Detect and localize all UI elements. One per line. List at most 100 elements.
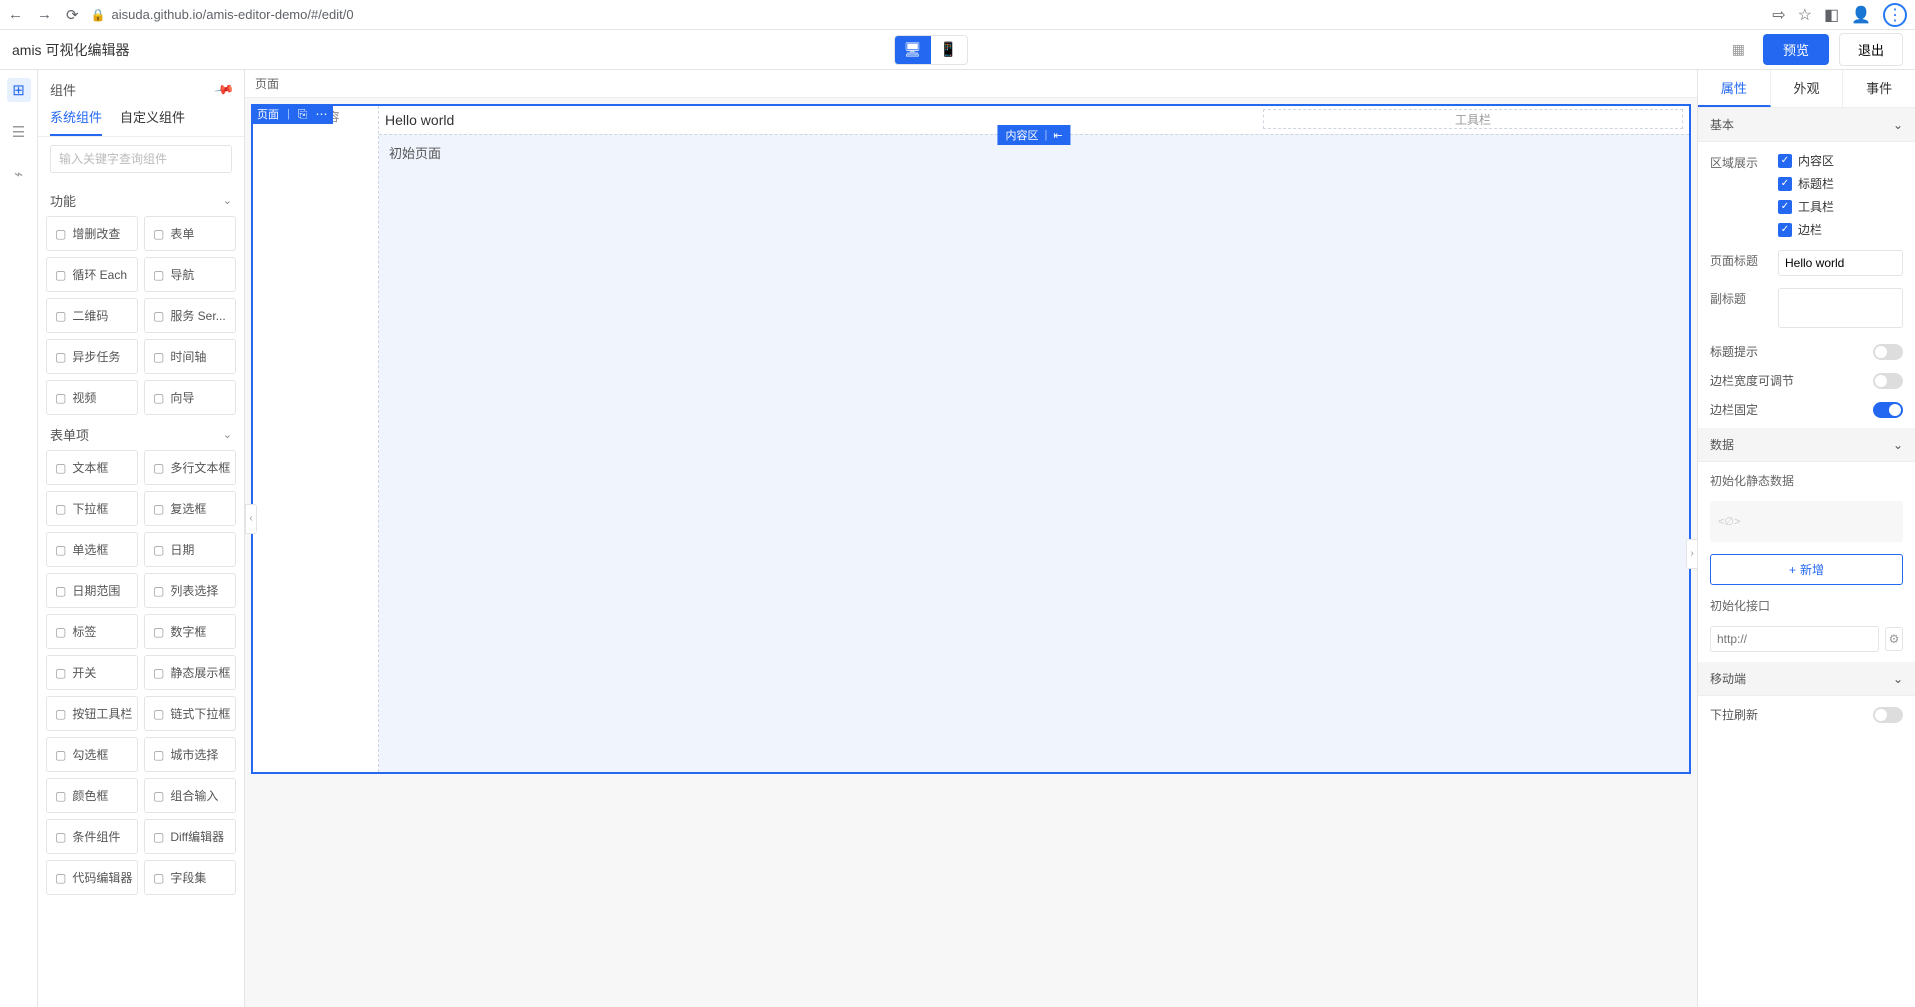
mobile-button[interactable]: 📱: [931, 36, 967, 64]
tab-system-components[interactable]: 系统组件: [50, 107, 102, 136]
component-item[interactable]: ▢链式下拉框: [144, 696, 236, 731]
api-input[interactable]: [1710, 626, 1879, 652]
rail-components-icon[interactable]: ⊞: [7, 78, 31, 102]
component-label: 日期范围: [72, 582, 120, 599]
component-label: 条件组件: [72, 828, 120, 845]
collapse-right-handle[interactable]: ›: [1686, 539, 1698, 569]
component-item[interactable]: ▢导航: [144, 257, 236, 292]
aside-fixed-toggle[interactable]: [1873, 402, 1903, 418]
component-item[interactable]: ▢日期: [144, 532, 236, 567]
component-icon: ▢: [55, 789, 66, 803]
pull-refresh-toggle[interactable]: [1873, 707, 1903, 723]
component-item[interactable]: ▢按钮工具栏: [46, 696, 138, 731]
component-icon: ▢: [153, 543, 164, 557]
component-item[interactable]: ▢组合输入: [144, 778, 236, 813]
toolbar-region[interactable]: 工具栏: [1263, 109, 1683, 129]
component-label: 字段集: [170, 869, 206, 886]
extension-icon[interactable]: ◧: [1824, 5, 1839, 25]
device-toggle: 🖥 📱: [894, 35, 968, 65]
body-region[interactable]: 内容区 | ⇤ 初始页面: [379, 134, 1689, 772]
api-settings-icon[interactable]: ⚙: [1885, 627, 1903, 651]
reload-icon[interactable]: ⟳: [66, 6, 79, 24]
component-item[interactable]: ▢代码编辑器: [46, 860, 138, 895]
component-item[interactable]: ▢服务 Ser...: [144, 298, 236, 333]
star-icon[interactable]: ☆: [1798, 5, 1812, 25]
component-item[interactable]: ▢下拉框: [46, 491, 138, 526]
component-item[interactable]: ▢静态展示框: [144, 655, 236, 690]
component-item[interactable]: ▢向导: [144, 380, 236, 415]
add-static-button[interactable]: +新增: [1710, 554, 1903, 585]
component-item[interactable]: ▢增删改查: [46, 216, 138, 251]
component-item[interactable]: ▢开关: [46, 655, 138, 690]
checkbox-aside[interactable]: ✓边栏: [1778, 221, 1903, 238]
component-label: 复选框: [170, 500, 206, 517]
tab-attributes[interactable]: 属性: [1698, 70, 1771, 107]
aside-resize-toggle[interactable]: [1873, 373, 1903, 389]
collapse-left-handle[interactable]: ‹: [245, 504, 257, 534]
component-item[interactable]: ▢二维码: [46, 298, 138, 333]
url-bar[interactable]: 🔒 aisuda.github.io/amis-editor-demo/#/ed…: [91, 7, 354, 22]
component-label: 服务 Ser...: [170, 307, 225, 324]
component-item[interactable]: ▢颜色框: [46, 778, 138, 813]
profile-icon[interactable]: 👤: [1851, 5, 1871, 25]
component-label: 组合输入: [170, 787, 218, 804]
component-icon: ▢: [55, 502, 66, 516]
section-mobile[interactable]: 移动端 ⌄: [1698, 662, 1915, 696]
share-icon[interactable]: ⇨: [1772, 5, 1785, 25]
tab-custom-components[interactable]: 自定义组件: [120, 107, 185, 136]
insert-icon[interactable]: ⇤: [1053, 129, 1062, 142]
rail-outline-icon[interactable]: ☰: [7, 120, 31, 144]
category-form[interactable]: 表单项 ⌄: [46, 415, 236, 450]
page-frame[interactable]: 边栏内容 Hello world 工具栏 内容区 | ⇤ 初始页面: [251, 104, 1691, 774]
component-icon: ▢: [55, 666, 66, 680]
component-item[interactable]: ▢视频: [46, 380, 138, 415]
component-item[interactable]: ▢异步任务: [46, 339, 138, 374]
component-item[interactable]: ▢表单: [144, 216, 236, 251]
checkbox-title[interactable]: ✓标题栏: [1778, 175, 1903, 192]
title-tip-toggle[interactable]: [1873, 344, 1903, 360]
component-item[interactable]: ▢文本框: [46, 450, 138, 485]
component-item[interactable]: ▢字段集: [144, 860, 236, 895]
component-item[interactable]: ▢日期范围: [46, 573, 138, 608]
component-search-input[interactable]: [50, 145, 232, 173]
copy-icon[interactable]: ⎘: [298, 107, 308, 122]
component-item[interactable]: ▢单选框: [46, 532, 138, 567]
pin-icon[interactable]: 📌: [213, 78, 235, 100]
component-item[interactable]: ▢城市选择: [144, 737, 236, 772]
component-item[interactable]: ▢条件组件: [46, 819, 138, 854]
tab-events[interactable]: 事件: [1843, 70, 1915, 107]
section-basic[interactable]: 基本 ⌄: [1698, 108, 1915, 142]
category-func[interactable]: 功能 ⌄: [46, 181, 236, 216]
component-label: 时间轴: [170, 348, 206, 365]
checkbox-toolbar[interactable]: ✓工具栏: [1778, 198, 1903, 215]
component-item[interactable]: ▢时间轴: [144, 339, 236, 374]
component-item[interactable]: ▢循环 Each: [46, 257, 138, 292]
component-item[interactable]: ▢列表选择: [144, 573, 236, 608]
aside-region[interactable]: 边栏内容: [253, 106, 379, 772]
menu-icon[interactable]: ⋮: [1883, 3, 1907, 27]
grid-toggle-icon[interactable]: ▦: [1732, 41, 1745, 58]
component-item[interactable]: ▢Diff编辑器: [144, 819, 236, 854]
preview-button[interactable]: 预览: [1763, 34, 1829, 65]
component-icon: ▢: [55, 543, 66, 557]
component-icon: ▢: [153, 830, 164, 844]
checkbox-body[interactable]: ✓内容区: [1778, 152, 1903, 169]
desktop-button[interactable]: 🖥: [895, 36, 931, 64]
exit-button[interactable]: 退出: [1839, 33, 1903, 66]
page-title-input[interactable]: [1778, 250, 1903, 276]
title-region[interactable]: Hello world: [385, 112, 454, 128]
component-item[interactable]: ▢数字框: [144, 614, 236, 649]
tab-appearance[interactable]: 外观: [1771, 70, 1844, 107]
subtitle-input[interactable]: [1778, 288, 1903, 328]
static-data-placeholder[interactable]: <∅>: [1710, 501, 1903, 542]
section-data[interactable]: 数据 ⌄: [1698, 428, 1915, 462]
back-icon[interactable]: ←: [8, 6, 23, 24]
rail-code-icon[interactable]: ⌁: [7, 162, 31, 186]
more-icon[interactable]: ⋯: [315, 107, 327, 121]
component-item[interactable]: ▢多行文本框: [144, 450, 236, 485]
component-panel: 组件 📌 系统组件 自定义组件 功能 ⌄ ▢增删改查▢表单▢循环 Each▢导航…: [38, 70, 245, 1007]
component-item[interactable]: ▢复选框: [144, 491, 236, 526]
component-item[interactable]: ▢勾选框: [46, 737, 138, 772]
forward-icon[interactable]: →: [37, 6, 52, 24]
component-item[interactable]: ▢标签: [46, 614, 138, 649]
